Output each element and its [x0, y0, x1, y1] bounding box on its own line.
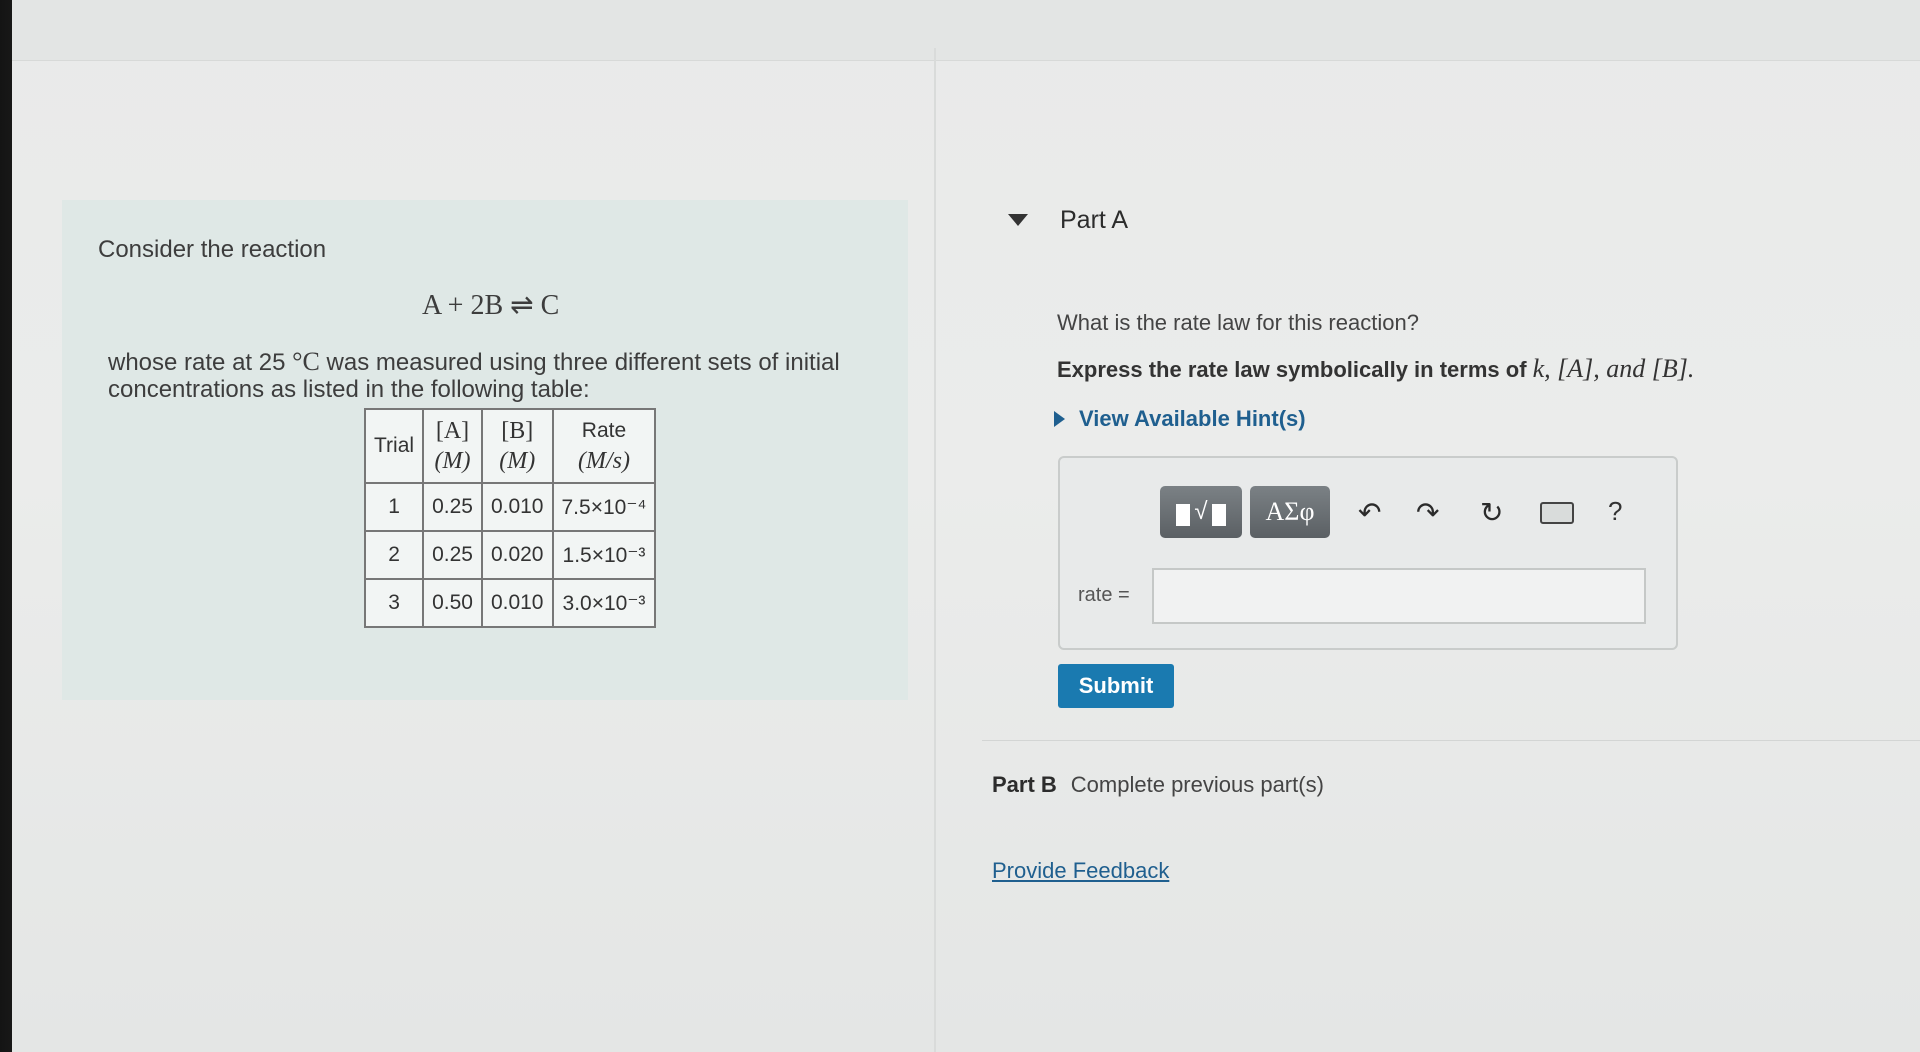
cell-a: 0.50	[422, 578, 483, 628]
cell-b: 0.020	[480, 530, 554, 580]
reaction-equation: A + 2B ⇌ C	[422, 290, 560, 321]
table-row: 1 0.25 0.010 7.5×10⁻⁴	[363, 482, 657, 532]
table-header-row: Trial [A] (M) [B] (M) Rate (M/s)	[363, 408, 657, 484]
cell-a: 0.25	[422, 482, 483, 532]
provide-feedback-link[interactable]: Provide Feedback	[992, 858, 1169, 884]
instruction-math: k, [A], and [B].	[1532, 354, 1695, 383]
problem-description: whose rate at 25 °C was measured using t…	[108, 348, 888, 403]
keyboard-icon[interactable]	[1540, 502, 1574, 524]
cell-b: 0.010	[480, 482, 554, 532]
templates-icon: √	[1176, 498, 1226, 526]
column-divider	[934, 48, 936, 1052]
header-rate-label: Rate	[581, 419, 627, 442]
section-divider	[982, 740, 1920, 741]
screen: Consider the reaction A + 2B ⇌ C whose r…	[12, 0, 1920, 1052]
rate-label: rate =	[1078, 584, 1130, 606]
greek-symbols-button[interactable]: ΑΣφ	[1250, 486, 1330, 538]
expand-triangle-icon	[1054, 411, 1065, 427]
header-rate: Rate (M/s)	[551, 408, 657, 484]
hint-label: View Available Hint(s)	[1079, 406, 1306, 431]
submit-button[interactable]: Submit	[1058, 664, 1174, 708]
header-trial: Trial	[363, 408, 425, 484]
instruction-prefix: Express the rate law symbolically in ter…	[1057, 357, 1533, 382]
description-before: whose rate at 25	[108, 349, 293, 376]
view-hints-link[interactable]: View Available Hint(s)	[1054, 406, 1306, 432]
concentration-table: Trial [A] (M) [B] (M) Rate (M/s) 1 0.25 0.0…	[363, 408, 657, 628]
collapse-caret-icon[interactable]	[1008, 214, 1028, 226]
cell-a: 0.25	[422, 530, 483, 580]
answer-editor: √ ΑΣφ ↶ ↷ ↻ ? rate =	[1058, 456, 1678, 650]
reset-icon[interactable]: ↻	[1480, 496, 1503, 529]
help-icon[interactable]: ?	[1608, 496, 1622, 527]
cell-b: 0.010	[480, 578, 554, 628]
table-row: 3 0.50 0.010 3.0×10⁻³	[363, 578, 657, 628]
part-b-header[interactable]: Part B Complete previous part(s)	[992, 772, 1324, 798]
header-a-label: [A]	[435, 418, 470, 444]
cell-rate: 1.5×10⁻³	[551, 530, 657, 580]
rate-input[interactable]	[1152, 568, 1646, 624]
intro-text: Consider the reaction	[98, 236, 327, 263]
cell-trial: 3	[363, 578, 425, 628]
table-row: 2 0.25 0.020 1.5×10⁻³	[363, 530, 657, 580]
undo-icon[interactable]: ↶	[1358, 496, 1381, 529]
cell-rate: 7.5×10⁻⁴	[551, 482, 657, 532]
templates-button[interactable]: √	[1160, 486, 1242, 538]
cell-trial: 2	[363, 530, 425, 580]
header-trial-label: Trial	[374, 434, 415, 457]
cell-trial: 1	[363, 482, 425, 532]
part-a-instruction: Express the rate law symbolically in ter…	[1057, 354, 1694, 384]
redo-icon[interactable]: ↷	[1416, 496, 1439, 529]
part-a-question: What is the rate law for this reaction?	[1057, 310, 1419, 335]
header-b-unit: (M)	[499, 448, 536, 474]
header-rate-unit: (M/s)	[577, 448, 630, 474]
part-b-title: Part B	[992, 772, 1057, 797]
problem-intro-panel: Consider the reaction A + 2B ⇌ C whose r…	[62, 200, 908, 700]
part-a-title[interactable]: Part A	[1060, 206, 1128, 235]
top-bar	[12, 0, 1920, 61]
temperature-unit: °C	[292, 347, 320, 376]
part-b-status: Complete previous part(s)	[1070, 772, 1324, 797]
header-a: [A] (M)	[422, 408, 483, 484]
header-a-unit: (M)	[434, 448, 471, 474]
header-b-label: [B]	[501, 418, 534, 444]
header-b: [B] (M)	[480, 408, 554, 484]
cell-rate: 3.0×10⁻³	[551, 578, 657, 628]
